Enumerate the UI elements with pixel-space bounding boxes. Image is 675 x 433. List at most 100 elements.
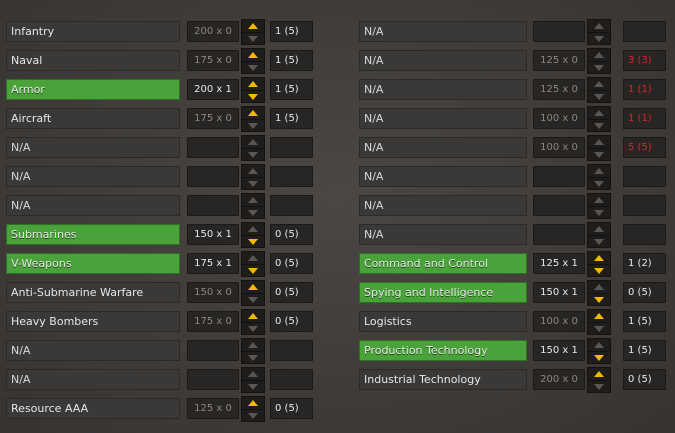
- tech-name-na-r1[interactable]: N/A: [359, 21, 527, 42]
- decrease-button[interactable]: [242, 148, 264, 161]
- tech-name-na-r8[interactable]: N/A: [359, 224, 527, 245]
- decrease-button[interactable]: [588, 235, 610, 248]
- tech-name-production-technology[interactable]: Production Technology: [359, 340, 527, 361]
- increase-button[interactable]: [588, 252, 610, 264]
- decrease-button[interactable]: [588, 322, 610, 335]
- decrease-button[interactable]: [242, 90, 264, 103]
- decrease-button[interactable]: [242, 293, 264, 306]
- increase-button[interactable]: [242, 49, 264, 61]
- increase-button[interactable]: [242, 194, 264, 206]
- level-field: 1 (2): [623, 253, 666, 274]
- tech-name-na-5[interactable]: N/A: [6, 369, 180, 390]
- increase-button[interactable]: [588, 107, 610, 119]
- tech-name-na-2[interactable]: N/A: [6, 166, 180, 187]
- level-field: 0 (5): [623, 282, 666, 303]
- tech-name-spying-and-intelligence[interactable]: Spying and Intelligence: [359, 282, 527, 303]
- tech-name-label: N/A: [364, 112, 384, 125]
- increase-button[interactable]: [242, 165, 264, 177]
- decrease-button[interactable]: [242, 119, 264, 132]
- tech-name-na-r6[interactable]: N/A: [359, 166, 527, 187]
- tech-name-na-r4[interactable]: N/A: [359, 108, 527, 129]
- level-field: [623, 166, 666, 187]
- decrease-button[interactable]: [588, 264, 610, 277]
- tech-name-naval[interactable]: Naval: [6, 50, 180, 71]
- increase-button[interactable]: [588, 223, 610, 235]
- tech-name-na-r5[interactable]: N/A: [359, 137, 527, 158]
- increase-button[interactable]: [242, 107, 264, 119]
- increase-button[interactable]: [242, 223, 264, 235]
- tech-name-na-3[interactable]: N/A: [6, 195, 180, 216]
- decrease-button[interactable]: [588, 61, 610, 74]
- decrease-button[interactable]: [242, 61, 264, 74]
- tech-name-infantry[interactable]: Infantry: [6, 21, 180, 42]
- decrease-button[interactable]: [588, 90, 610, 103]
- increase-button[interactable]: [242, 136, 264, 148]
- decrease-button[interactable]: [588, 32, 610, 45]
- increase-button[interactable]: [588, 194, 610, 206]
- decrease-button[interactable]: [242, 409, 264, 422]
- tech-name-anti-submarine-warfare[interactable]: Anti-Submarine Warfare: [6, 282, 180, 303]
- increase-button[interactable]: [588, 49, 610, 61]
- increase-button[interactable]: [588, 78, 610, 90]
- decrease-button[interactable]: [242, 264, 264, 277]
- decrease-button[interactable]: [588, 293, 610, 306]
- increase-button[interactable]: [588, 165, 610, 177]
- tech-name-na-r7[interactable]: N/A: [359, 195, 527, 216]
- tech-name-label: N/A: [364, 54, 384, 67]
- arrow-up-icon: [594, 81, 604, 87]
- tech-name-na-1[interactable]: N/A: [6, 137, 180, 158]
- cost-field: 175 x 0: [187, 311, 239, 332]
- tech-name-label: Industrial Technology: [364, 373, 481, 386]
- increase-button[interactable]: [242, 397, 264, 409]
- decrease-button[interactable]: [242, 32, 264, 45]
- increase-button[interactable]: [242, 20, 264, 32]
- increase-button[interactable]: [242, 78, 264, 90]
- level-field: 0 (5): [270, 253, 313, 274]
- arrow-down-icon: [594, 239, 604, 245]
- tech-name-armor[interactable]: Armor: [6, 79, 180, 100]
- tech-name-resource-aaa[interactable]: Resource AAA: [6, 398, 180, 419]
- increase-button[interactable]: [588, 368, 610, 380]
- decrease-button[interactable]: [242, 206, 264, 219]
- tech-name-logistics[interactable]: Logistics: [359, 311, 527, 332]
- decrease-button[interactable]: [242, 351, 264, 364]
- arrow-up-icon: [248, 371, 258, 377]
- tech-name-command-and-control[interactable]: Command and Control: [359, 253, 527, 274]
- increase-button[interactable]: [588, 339, 610, 351]
- decrease-button[interactable]: [588, 119, 610, 132]
- increase-button[interactable]: [242, 339, 264, 351]
- decrease-button[interactable]: [588, 177, 610, 190]
- increase-button[interactable]: [588, 281, 610, 293]
- decrease-button[interactable]: [588, 380, 610, 393]
- increase-button[interactable]: [242, 310, 264, 322]
- decrease-button[interactable]: [242, 177, 264, 190]
- increase-button[interactable]: [588, 136, 610, 148]
- cost-field: 100 x 0: [533, 108, 585, 129]
- increase-button[interactable]: [588, 20, 610, 32]
- tech-name-industrial-technology[interactable]: Industrial Technology: [359, 369, 527, 390]
- cost-field: 125 x 0: [187, 398, 239, 419]
- cost-field: 200 x 0: [533, 369, 585, 390]
- stepper: [241, 396, 265, 422]
- tech-name-na-r3[interactable]: N/A: [359, 79, 527, 100]
- tech-name-aircraft[interactable]: Aircraft: [6, 108, 180, 129]
- tech-name-heavy-bombers[interactable]: Heavy Bombers: [6, 311, 180, 332]
- tech-name-na-4[interactable]: N/A: [6, 340, 180, 361]
- level-field: 1 (5): [270, 50, 313, 71]
- decrease-button[interactable]: [588, 351, 610, 364]
- increase-button[interactable]: [242, 281, 264, 293]
- increase-button[interactable]: [242, 368, 264, 380]
- cost-field: 200 x 1: [187, 79, 239, 100]
- increase-button[interactable]: [588, 310, 610, 322]
- tech-name-v-weapons[interactable]: V-Weapons: [6, 253, 180, 274]
- decrease-button[interactable]: [242, 235, 264, 248]
- decrease-button[interactable]: [588, 206, 610, 219]
- tech-name-na-r2[interactable]: N/A: [359, 50, 527, 71]
- tech-name-submarines[interactable]: Submarines: [6, 224, 180, 245]
- level-field: 1 (5): [270, 108, 313, 129]
- arrow-down-icon: [248, 181, 258, 187]
- decrease-button[interactable]: [242, 380, 264, 393]
- increase-button[interactable]: [242, 252, 264, 264]
- decrease-button[interactable]: [242, 322, 264, 335]
- decrease-button[interactable]: [588, 148, 610, 161]
